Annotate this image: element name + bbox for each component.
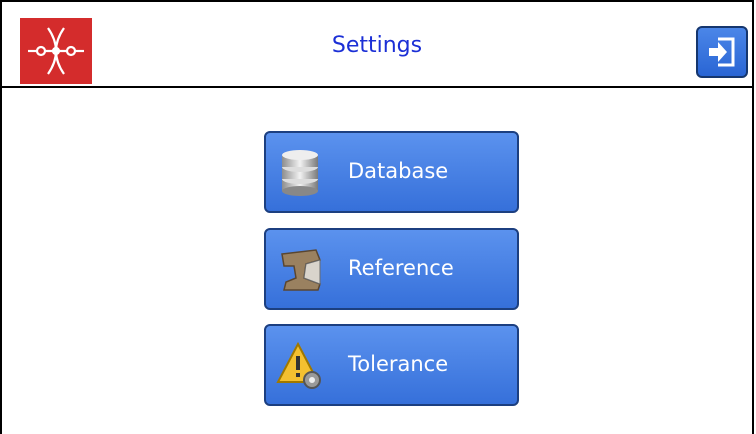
database-icon	[276, 147, 324, 197]
exit-button[interactable]	[696, 26, 748, 78]
tolerance-label: Tolerance	[348, 352, 449, 376]
settings-window: Settings Database Reference Tolerance	[0, 0, 754, 434]
reference-label: Reference	[348, 256, 454, 280]
page-title: Settings	[331, 33, 423, 58]
database-button[interactable]: Database	[264, 131, 519, 213]
warning-gear-icon	[276, 340, 324, 390]
header-bar: Settings	[2, 2, 752, 88]
rail-icon	[276, 244, 324, 294]
exit-icon	[709, 37, 735, 67]
tolerance-button[interactable]: Tolerance	[264, 324, 519, 406]
database-label: Database	[348, 159, 449, 183]
reference-button[interactable]: Reference	[264, 228, 519, 310]
